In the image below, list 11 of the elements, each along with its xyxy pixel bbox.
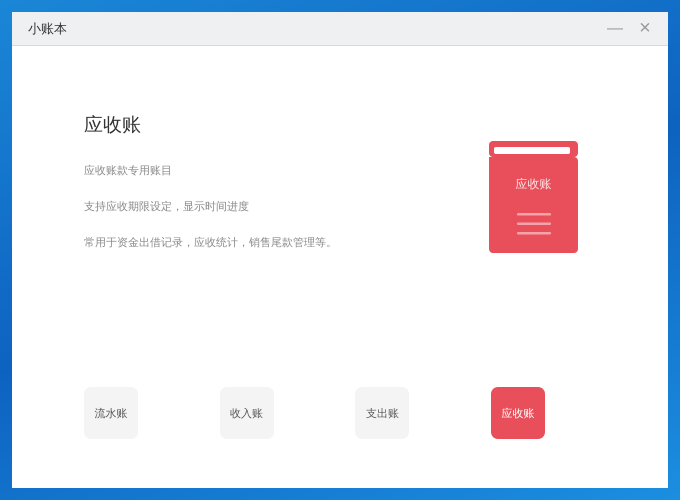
description-line: 应收账款专用账目 bbox=[84, 164, 173, 178]
ledger-tab[interactable]: 支出账 bbox=[355, 387, 410, 439]
ledger-tab[interactable]: 收入账 bbox=[220, 387, 274, 439]
ledger-tab[interactable]: 流水账 bbox=[84, 387, 138, 439]
ledger-tab[interactable]: 应收账 bbox=[490, 387, 545, 439]
description-line: 常用于资金出借记录，应收统计，销售尾款管理等。 bbox=[84, 236, 337, 250]
description-line: 支持应收期限设定，显示时间进度 bbox=[84, 200, 250, 214]
lines-icon bbox=[516, 213, 550, 235]
book-title: 应收账 bbox=[516, 176, 552, 193]
section-heading: 应收账 bbox=[84, 113, 142, 138]
window-title: 小账本 bbox=[28, 20, 68, 38]
